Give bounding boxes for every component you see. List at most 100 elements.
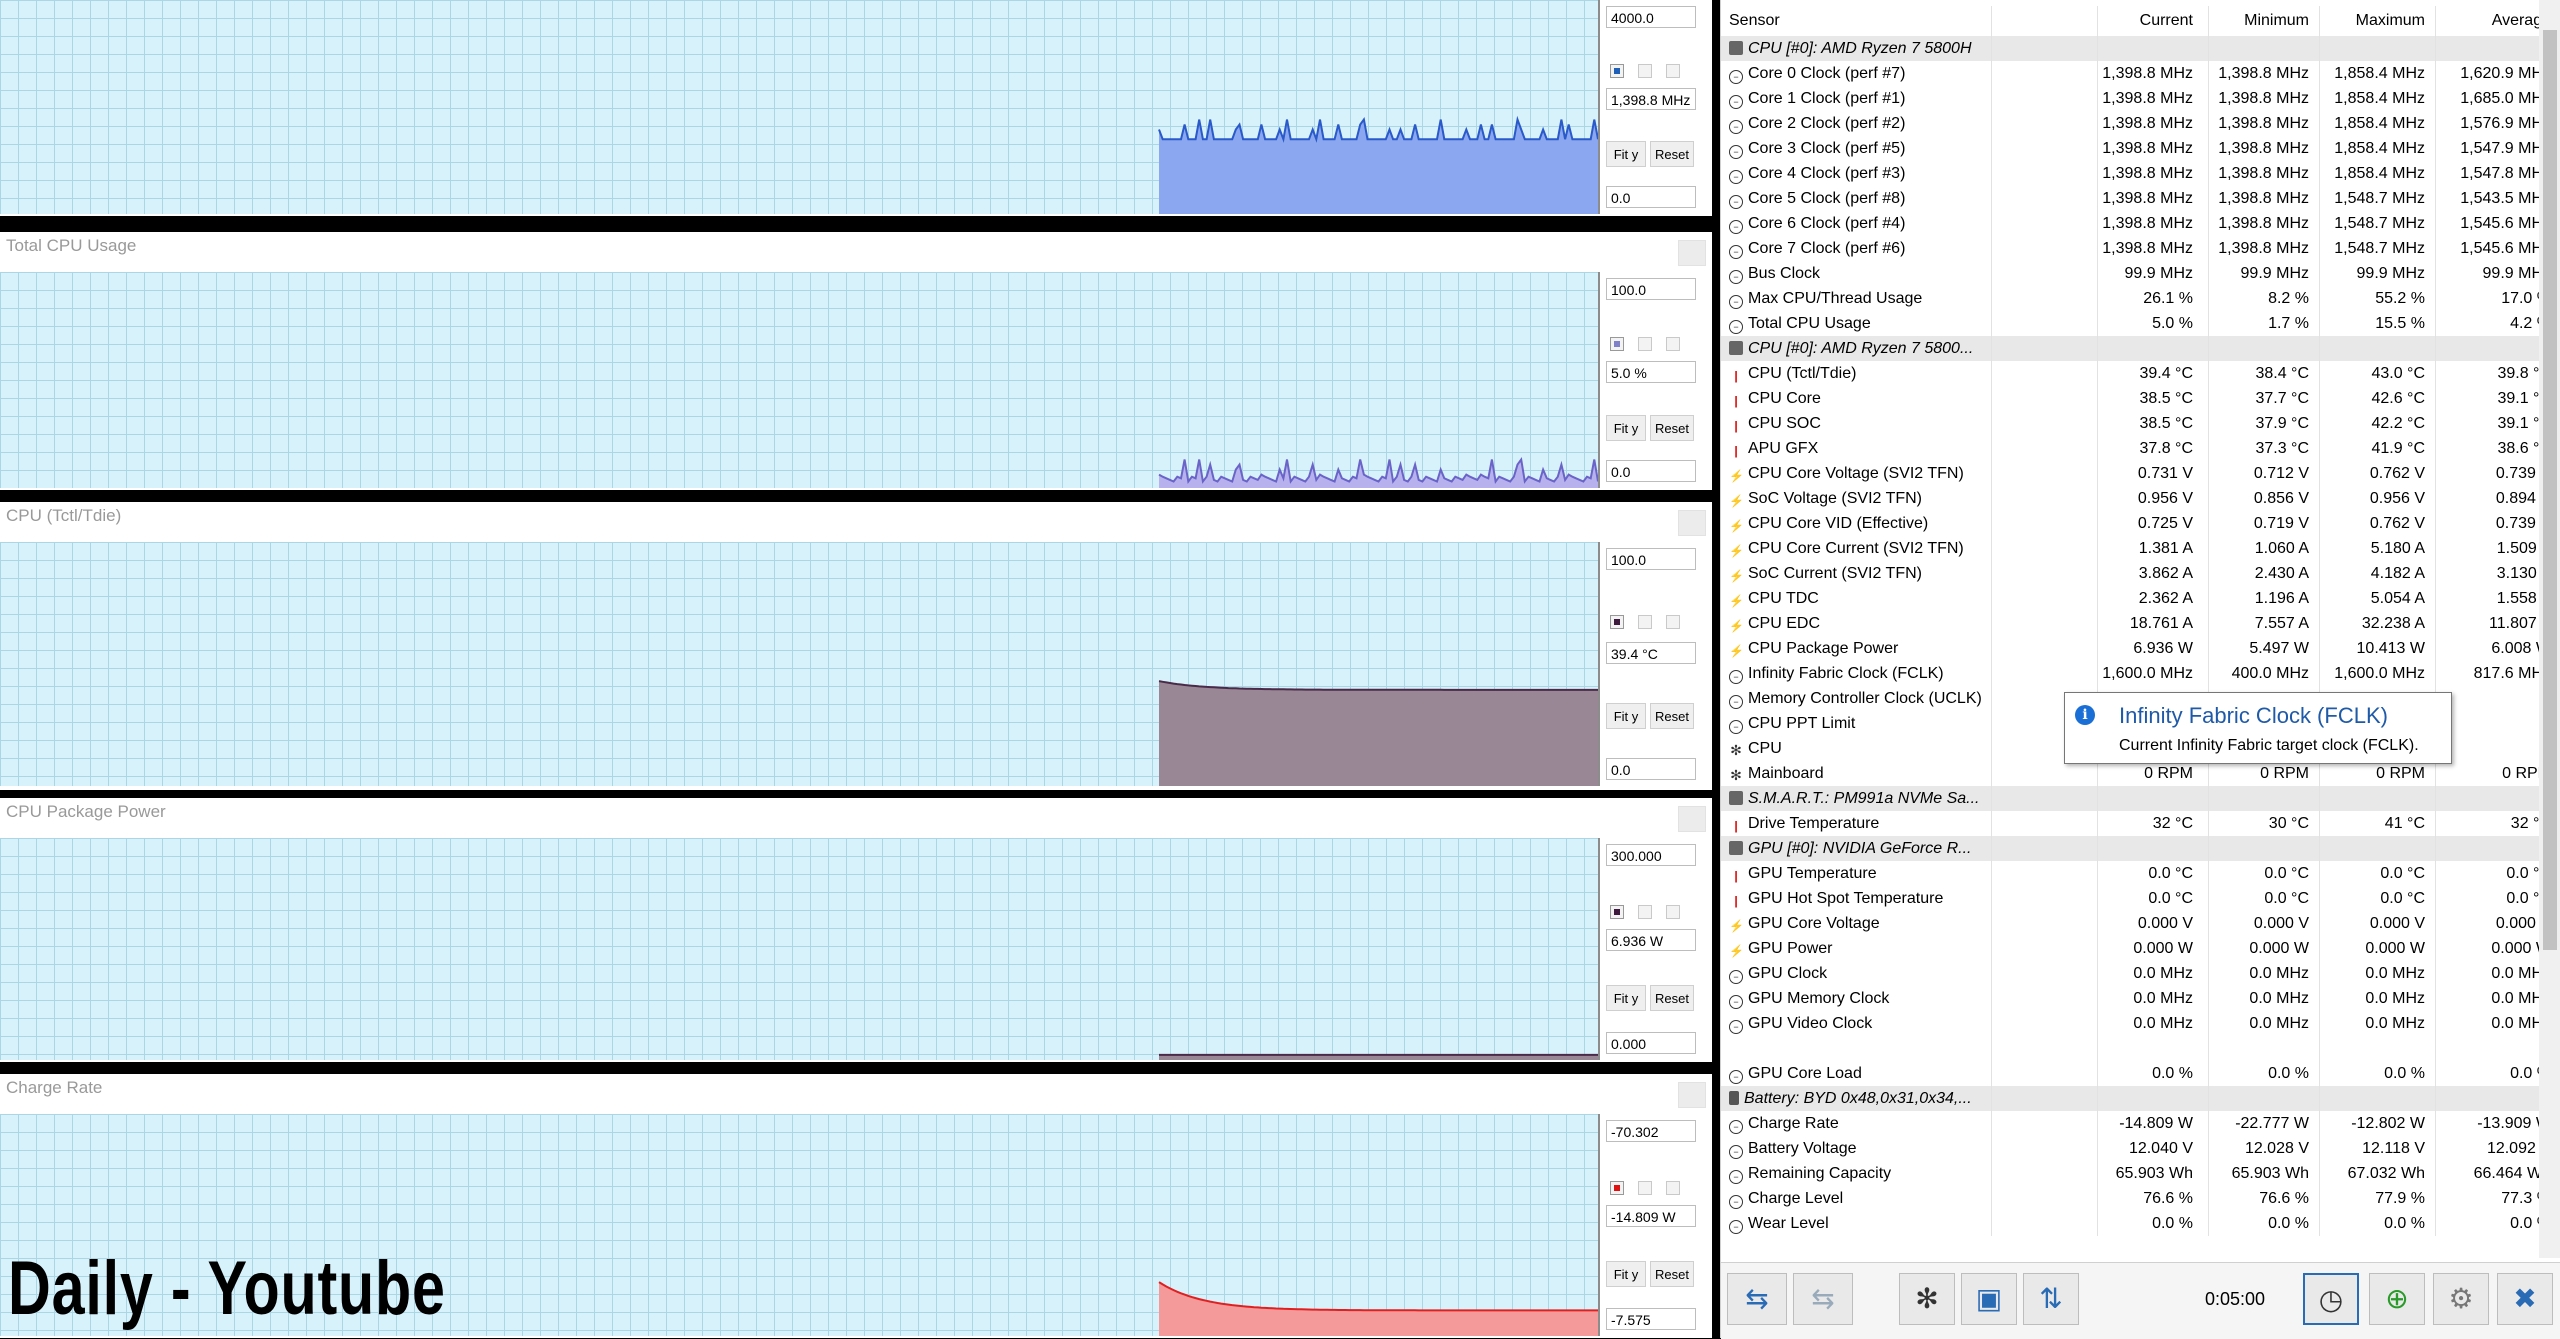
sensor-group-row[interactable]: S.M.A.R.T.: PM991a NVMe Sa...: [1721, 786, 2541, 811]
sensor-row[interactable]: − Max CPU/Thread Usage 26.1 % 8.2 % 55.2 % 17…: [1721, 286, 2551, 311]
clock-icon[interactable]: ◷: [2303, 1273, 2359, 1325]
sensor-row[interactable]: − Core 0 Clock (perf #7) 1,398.8 MHz 1,398.…: [1721, 61, 2551, 86]
col-maximum-header[interactable]: Maximum: [2315, 6, 2425, 36]
fit-y-button[interactable]: Fit y: [1606, 703, 1646, 729]
graph-option-box[interactable]: [1638, 905, 1652, 919]
sensor-row[interactable]: ✻ Mainboard 0 RPM 0 RPM 0 RPM 0 RPM: [1721, 761, 2551, 786]
sensor-row[interactable]: | GPU Temperature 0.0 °C 0.0 °C 0.0 °C 0.0 °C: [1721, 861, 2551, 886]
sensor-row[interactable]: ⚡ SoC Current (SVI2 TFN) 3.862 A 2.430 A 4.1…: [1721, 561, 2551, 586]
reset-button[interactable]: Reset: [1650, 1261, 1694, 1287]
sensor-row[interactable]: | CPU (Tctl/Tdie) 39.4 °C 38.4 °C 43.0 °C 39.…: [1721, 361, 2551, 386]
graph-close-button[interactable]: [1678, 1082, 1706, 1108]
fit-y-button[interactable]: Fit y: [1606, 985, 1646, 1011]
fit-y-button[interactable]: Fit y: [1606, 141, 1646, 167]
graph-option-box[interactable]: [1666, 615, 1680, 629]
reset-button[interactable]: Reset: [1650, 985, 1694, 1011]
sensor-row[interactable]: ⚡ GPU Power 0.000 W 0.000 W 0.000 W 0.000 W: [1721, 936, 2551, 961]
graph-option-box[interactable]: [1638, 64, 1652, 78]
graph-option-box[interactable]: [1666, 1181, 1680, 1195]
graph-max-value[interactable]: 4000.0: [1606, 6, 1696, 28]
sensor-row[interactable]: | Drive Temperature 32 °C 30 °C 41 °C 32 °C: [1721, 811, 2551, 836]
scrollbar-thumb[interactable]: [2543, 30, 2557, 950]
sensor-row[interactable]: − Remaining Capacity 65.903 Wh 65.903 Wh 67.…: [1721, 1161, 2551, 1186]
close-icon[interactable]: ✖: [2497, 1273, 2553, 1325]
sensor-row[interactable]: − Core 5 Clock (perf #8) 1,398.8 MHz 1,398.…: [1721, 186, 2551, 211]
fit-y-button[interactable]: Fit y: [1606, 415, 1646, 441]
sensor-row[interactable]: − Wear Level 0.0 % 0.0 % 0.0 % 0.0 %: [1721, 1211, 2551, 1236]
sensor-row[interactable]: ⚡ CPU Package Power 6.936 W 5.497 W 10.413 W…: [1721, 636, 2551, 661]
col-current-header[interactable]: Current: [2071, 6, 2193, 36]
sensor-row[interactable]: ⚡ CPU TDC 2.362 A 1.196 A 5.054 A 1.558 A: [1721, 586, 2551, 611]
sensor-row[interactable]: ⚡ CPU Core Current (SVI2 TFN) 1.381 A 1.060…: [1721, 536, 2551, 561]
sensor-row[interactable]: − GPU Core Load 0.0 % 0.0 % 0.0 % 0.0 %: [1721, 1061, 2551, 1086]
reset-button[interactable]: Reset: [1650, 415, 1694, 441]
settings-gear-icon[interactable]: ⚙: [2433, 1273, 2489, 1325]
sensor-group-row[interactable]: GPU [#0]: NVIDIA GeForce R...: [1721, 836, 2541, 861]
graph-min-value[interactable]: 0.0: [1606, 186, 1696, 208]
sensor-row[interactable]: | GPU Hot Spot Temperature 0.0 °C 0.0 °C 0.0…: [1721, 886, 2551, 911]
series-color-swatch[interactable]: [1610, 1181, 1624, 1195]
sensor-row[interactable]: − Core 1 Clock (perf #1) 1,398.8 MHz 1,398.…: [1721, 86, 2551, 111]
sensor-row[interactable]: − Core 4 Clock (perf #3) 1,398.8 MHz 1,398.…: [1721, 161, 2551, 186]
graph-min-value[interactable]: 0.000: [1606, 1032, 1696, 1054]
reset-button[interactable]: Reset: [1650, 141, 1694, 167]
graph-min-value[interactable]: 0.0: [1606, 460, 1696, 482]
nav-arrows-icon[interactable]: ⇆: [1727, 1273, 1787, 1325]
graph-max-value[interactable]: -70.302: [1606, 1120, 1696, 1142]
sensor-group-row[interactable]: CPU [#0]: AMD Ryzen 7 5800H: [1721, 36, 2541, 61]
sensor-row[interactable]: − Core 3 Clock (perf #5) 1,398.8 MHz 1,398.…: [1721, 136, 2551, 161]
vertical-scrollbar[interactable]: [2539, 0, 2560, 1258]
sensor-row[interactable]: ⚡ CPU Core Voltage (SVI2 TFN) 0.731 V 0.712…: [1721, 461, 2551, 486]
series-color-swatch[interactable]: [1610, 615, 1624, 629]
sensor-row[interactable]: ⚡ CPU Core VID (Effective) 0.725 V 0.719 V 0…: [1721, 511, 2551, 536]
series-color-swatch[interactable]: [1610, 64, 1624, 78]
graph-min-value[interactable]: -7.575: [1606, 1308, 1696, 1330]
sensor-row[interactable]: ⚡ SoC Voltage (SVI2 TFN) 0.956 V 0.856 V 0.9…: [1721, 486, 2551, 511]
sensor-row[interactable]: − GPU Memory Clock 0.0 MHz 0.0 MHz 0.0 MHz 0.…: [1721, 986, 2551, 1011]
fit-y-button[interactable]: Fit y: [1606, 1261, 1646, 1287]
graph-option-box[interactable]: [1666, 64, 1680, 78]
sensor-row[interactable]: − Core 6 Clock (perf #4) 1,398.8 MHz 1,398.…: [1721, 211, 2551, 236]
sensor-row[interactable]: − GPU Video Clock 0.0 MHz 0.0 MHz 0.0 MHz 0.0…: [1721, 1011, 2551, 1036]
graph-max-value[interactable]: 100.0: [1606, 278, 1696, 300]
graph-max-value[interactable]: 100.0: [1606, 548, 1696, 570]
sensor-group-row[interactable]: CPU [#0]: AMD Ryzen 7 5800...: [1721, 336, 2541, 361]
graph-option-box[interactable]: [1638, 615, 1652, 629]
sensor-row[interactable]: − Core 2 Clock (perf #2) 1,398.8 MHz 1,398.…: [1721, 111, 2551, 136]
sensor-row[interactable]: − Charge Rate -14.809 W -22.777 W -12.802 W -…: [1721, 1111, 2551, 1136]
sensor-row[interactable]: − GPU Clock 0.0 MHz 0.0 MHz 0.0 MHz 0.0 MHz: [1721, 961, 2551, 986]
graph-max-value[interactable]: 300.000: [1606, 844, 1696, 866]
graph-option-box[interactable]: [1666, 337, 1680, 351]
graph-option-box[interactable]: [1638, 337, 1652, 351]
col-average-header[interactable]: Average: [2431, 6, 2551, 36]
graph-close-button[interactable]: [1678, 240, 1706, 266]
fan-icon[interactable]: ✻: [1899, 1273, 1955, 1325]
col-minimum-header[interactable]: Minimum: [2199, 6, 2309, 36]
sensor-row[interactable]: − Core 7 Clock (perf #6) 1,398.8 MHz 1,398.…: [1721, 236, 2551, 261]
monitor-icon[interactable]: ▣: [1961, 1273, 2017, 1325]
series-color-swatch[interactable]: [1610, 905, 1624, 919]
sensor-row[interactable]: − Battery Voltage 12.040 V 12.028 V 12.118 V…: [1721, 1136, 2551, 1161]
sensor-row[interactable]: − Infinity Fabric Clock (FCLK) 1,600.0 MHz…: [1721, 661, 2551, 686]
graph-min-value[interactable]: 0.0: [1606, 758, 1696, 780]
sensor-row[interactable]: − Bus Clock 99.9 MHz 99.9 MHz 99.9 MHz 99.9 M…: [1721, 261, 2551, 286]
sensor-row[interactable]: ⚡ GPU Core Voltage 0.000 V 0.000 V 0.000 V 0.…: [1721, 911, 2551, 936]
sensor-row[interactable]: [1721, 1036, 2541, 1061]
sensor-row[interactable]: − Charge Level 76.6 % 76.6 % 77.9 % 77.3 %: [1721, 1186, 2551, 1211]
graph-close-button[interactable]: [1678, 510, 1706, 536]
add-report-icon[interactable]: ⊕: [2369, 1273, 2425, 1325]
network-icon[interactable]: ⇅: [2023, 1273, 2079, 1325]
graph-option-box[interactable]: [1638, 1181, 1652, 1195]
sensor-row[interactable]: | CPU SOC 38.5 °C 37.9 °C 42.2 °C 39.1 °C: [1721, 411, 2551, 436]
sensor-row[interactable]: ⚡ CPU EDC 18.761 A 7.557 A 32.238 A 11.807 A: [1721, 611, 2551, 636]
reset-button[interactable]: Reset: [1650, 703, 1694, 729]
graph-option-box[interactable]: [1666, 905, 1680, 919]
sensor-row[interactable]: − Total CPU Usage 5.0 % 1.7 % 15.5 % 4.2 %: [1721, 311, 2551, 336]
sensor-row[interactable]: | CPU Core 38.5 °C 37.7 °C 42.6 °C 39.1 °C: [1721, 386, 2551, 411]
col-sensor-header[interactable]: Sensor: [1729, 6, 2069, 36]
nav-arrows-disabled-icon[interactable]: ⇆: [1793, 1273, 1853, 1325]
sensor-row[interactable]: | APU GFX 37.8 °C 37.3 °C 41.9 °C 38.6 °C: [1721, 436, 2551, 461]
series-color-swatch[interactable]: [1610, 337, 1624, 351]
sensor-group-row[interactable]: Battery: BYD 0x48,0x31,0x34,...: [1721, 1086, 2541, 1111]
graph-close-button[interactable]: [1678, 806, 1706, 832]
